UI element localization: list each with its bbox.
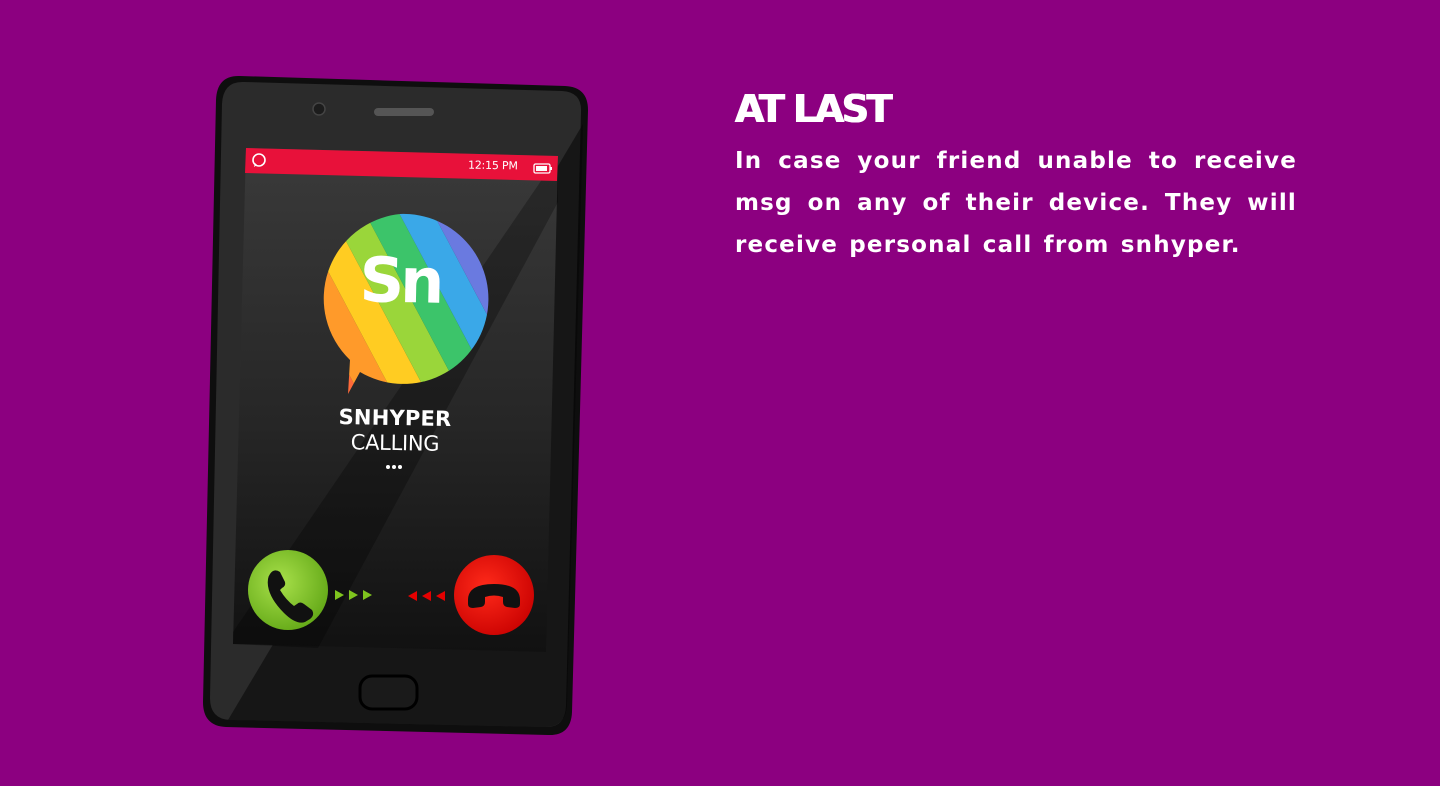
home-button [358, 674, 419, 711]
speaker-grille [374, 108, 434, 116]
caller-status: CALLING [350, 430, 440, 456]
calling-dots [386, 465, 402, 469]
phone-illustration: 12:15 PM Sn SNHYPER CALLING [200, 72, 592, 740]
feature-section: AT LAST In case your friend unable to re… [735, 88, 1297, 266]
caller-name: SNHYPER [338, 405, 452, 431]
section-body: In case your friend unable to receive ms… [735, 148, 1297, 258]
logo-text: Sn [358, 243, 442, 318]
accept-call-button [248, 550, 328, 630]
status-time: 12:15 PM [467, 158, 518, 173]
page: 12:15 PM Sn SNHYPER CALLING AT LAST In c… [0, 0, 1440, 786]
decline-call-button [454, 555, 534, 635]
section-heading: AT LAST [735, 87, 893, 131]
front-camera-icon [312, 102, 326, 116]
